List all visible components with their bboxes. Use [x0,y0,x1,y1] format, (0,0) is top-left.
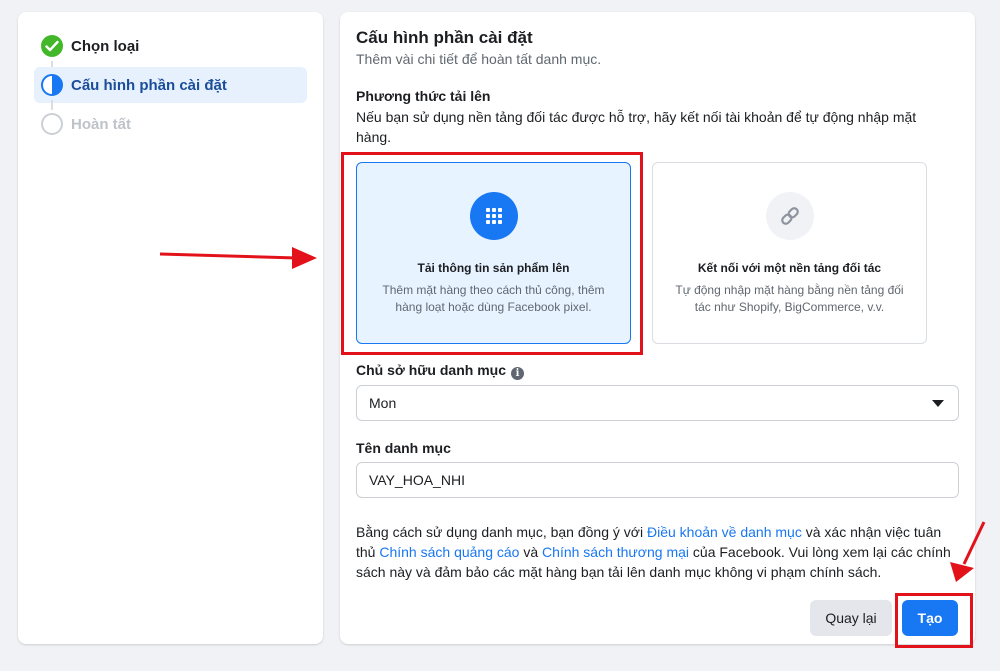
catalog-name-input[interactable] [356,462,959,498]
step-label: Cấu hình phần cài đặt [71,76,227,94]
half-circle-progress-icon [41,74,63,96]
link-icon [766,192,814,240]
page-title: Cấu hình phần cài đặt [356,28,533,47]
settings-panel: Cấu hình phần cài đặt Thêm vài chi tiết … [340,12,975,644]
caret-down-icon [932,400,944,407]
create-button[interactable]: Tạo [902,600,958,636]
upload-method-description: Nếu bạn sử dụng nền tảng đối tác được hỗ… [356,109,917,145]
option-description: Tự động nhập mặt hàng bằng nền tảng đối … [675,283,904,314]
catalog-owner-label-text: Chủ sở hữu danh mục [356,362,506,378]
step-complete: Hoàn tất [34,106,307,142]
step-label: Hoàn tất [71,115,131,133]
empty-circle-icon [41,113,63,135]
back-button[interactable]: Quay lại [810,600,892,636]
terms-notice: Bằng cách sử dụng danh mục, bạn đồng ý v… [356,522,956,582]
check-circle-icon [41,35,63,57]
catalog-owner-label: Chủ sở hữu danh mục i [356,362,524,380]
upload-product-info-option[interactable]: Tải thông tin sản phẩm lên Thêm mặt hàng… [356,162,631,344]
upload-method-title: Phương thức tải lên [356,88,491,104]
page-subtitle: Thêm vài chi tiết để hoàn tất danh mục. [356,51,602,67]
ad-policy-link[interactable]: Chính sách quảng cáo [379,544,519,560]
info-icon[interactable]: i [510,367,524,380]
catalog-owner-value: Mon [369,395,397,411]
commerce-policy-link[interactable]: Chính sách thương mại [542,544,689,560]
option-description: Thêm mặt hàng theo cách thủ công, thêm h… [382,283,605,314]
step-configure-settings[interactable]: Cấu hình phần cài đặt [34,67,307,103]
terms-text: và [519,544,543,560]
connect-partner-platform-option[interactable]: Kết nối với một nền tảng đối tác Tự động… [652,162,927,344]
step-label: Chọn loại [71,37,140,55]
steps-panel: Chọn loại Cấu hình phần cài đặt Hoàn tất [18,12,323,644]
step-choose-type[interactable]: Chọn loại [34,28,307,64]
catalog-owner-select[interactable]: Mon [356,385,959,421]
catalog-name-label: Tên danh mục [356,440,451,456]
grid-icon [470,192,518,240]
option-title: Tải thông tin sản phẩm lên [417,261,570,275]
option-title: Kết nối với một nền tảng đối tác [697,261,882,275]
terms-text: Bằng cách sử dụng danh mục, bạn đồng ý v… [356,524,647,540]
catalog-terms-link[interactable]: Điều khoản về danh mục [647,524,802,540]
